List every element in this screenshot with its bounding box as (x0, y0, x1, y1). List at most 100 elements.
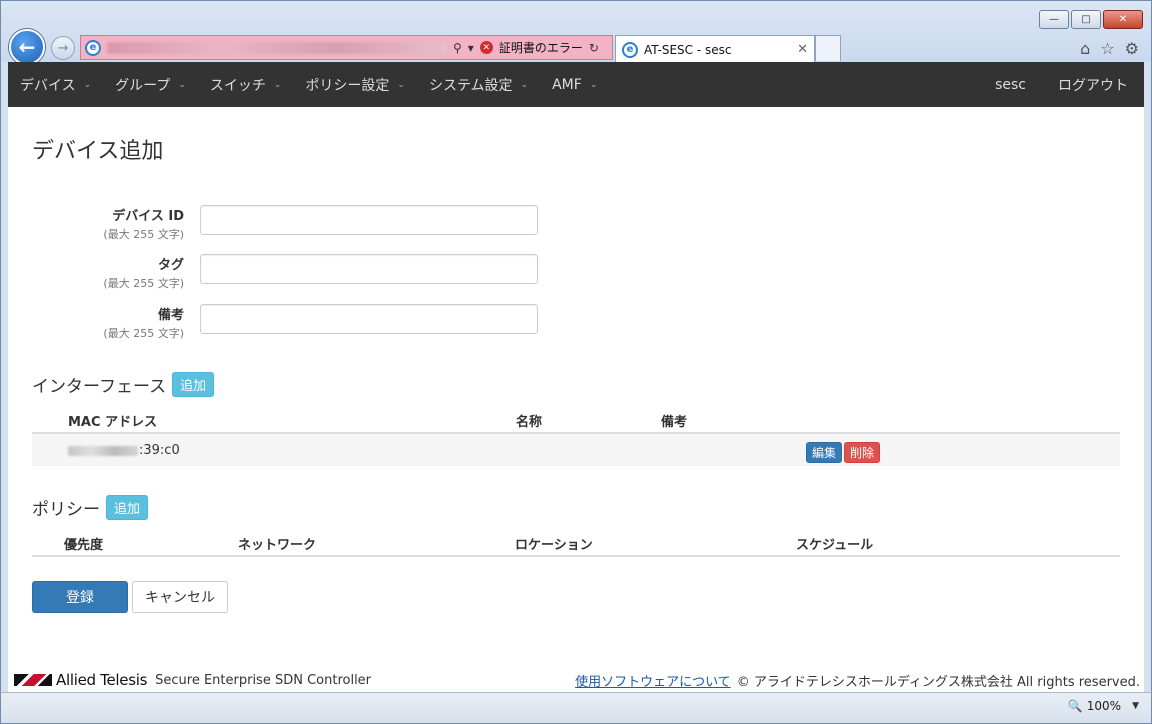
device-id-hint: (最大 255 文字) (103, 228, 184, 241)
chevron-down-icon: ⌄ (589, 79, 598, 90)
col-location: ロケーション (515, 538, 593, 553)
tag-label: タグ (157, 258, 184, 273)
settings-gear-icon[interactable]: ⚙ (1125, 39, 1139, 58)
policies-title: ポリシー (32, 500, 100, 520)
ie-icon: e (85, 39, 101, 56)
minimize-icon[interactable]: — (1039, 10, 1069, 29)
logout-link[interactable]: ログアウト (1042, 62, 1144, 107)
mac-address-cell: :39:c0 (68, 443, 180, 458)
nav-policy-label: ポリシー設定 (305, 77, 390, 94)
chevron-down-icon: ⌄ (178, 79, 186, 90)
mac-suffix: :39:c0 (139, 443, 180, 458)
chevron-down-icon: ⌄ (83, 79, 92, 90)
brand-logo: Allied Telesis (14, 671, 147, 689)
col-priority: 優先度 (64, 538, 104, 553)
chevron-down-icon: ⌄ (520, 79, 529, 90)
nav-right: sesc ログアウト (979, 62, 1144, 107)
note-label: 備考 (157, 308, 184, 323)
mac-blurred (68, 445, 138, 456)
search-icon[interactable]: ⚲ (453, 41, 462, 55)
tab-close-icon[interactable]: ✕ (797, 42, 808, 57)
edit-button[interactable]: 編集 (806, 442, 843, 463)
main-content: デバイス追加 デバイス ID (最大 255 文字) タグ (最大 255 文字… (8, 107, 1144, 692)
zoom-level: 100% (1086, 699, 1121, 713)
zoom-dropdown-icon[interactable]: ▼ (1132, 701, 1139, 711)
window-frame-right (1144, 62, 1152, 692)
interfaces-section-title: インターフェース 追加 (32, 372, 215, 397)
nav-amf-label: AMF (552, 76, 582, 93)
nav-groups[interactable]: グループ ⌄ (103, 62, 198, 107)
browser-tab[interactable]: e AT-SESC - sesc ✕ (615, 35, 815, 63)
submit-button[interactable]: 登録 (32, 581, 128, 613)
window-frame-left (0, 62, 8, 692)
policies-table-header: 優先度 ネットワーク ロケーション スケジュール (32, 529, 1120, 557)
col-network: ネットワーク (238, 538, 317, 553)
software-info-link[interactable]: 使用ソフトウェアについて (575, 671, 731, 690)
nav-system[interactable]: システム設定 ⌄ (417, 62, 540, 107)
note-input[interactable] (200, 304, 538, 334)
app-navbar: デバイス ⌄ グループ ⌄ スイッチ ⌄ ポリシー設定 ⌄ システム設定 ⌄ AMF ⌄ s… (8, 62, 1144, 107)
brand-name: Allied Telesis (56, 671, 148, 689)
interfaces-table-header: MAC アドレス 名称 備考 (32, 406, 1120, 434)
device-id-row: デバイス ID (最大 255 文字) (32, 205, 552, 245)
nav-system-label: システム設定 (428, 77, 513, 94)
device-id-label-group: デバイス ID (最大 255 文字) (103, 205, 184, 242)
tag-input[interactable] (200, 254, 538, 284)
nav-switches-label: スイッチ (209, 77, 266, 94)
device-id-label: デバイス ID (112, 209, 184, 224)
add-interface-button[interactable]: 追加 (172, 372, 215, 397)
delete-button[interactable]: 削除 (844, 442, 881, 463)
cancel-button[interactable]: キャンセル (132, 581, 228, 613)
forward-arrow-icon[interactable]: → (51, 36, 75, 60)
browser-status-bar: 🔍 100% ▼ (0, 692, 1152, 724)
page-footer: Allied Telesis Secure Enterprise SDN Con… (8, 668, 1144, 692)
chevron-down-icon: ⌄ (397, 79, 405, 90)
refresh-icon[interactable]: ↻ (589, 41, 599, 55)
add-policy-button[interactable]: 追加 (106, 495, 149, 520)
nav-devices[interactable]: デバイス ⌄ (8, 62, 103, 107)
tab-ie-icon: e (622, 41, 638, 58)
interfaces-title: インターフェース (32, 377, 167, 397)
note-label-group: 備考 (最大 255 文字) (103, 304, 184, 341)
zoom-icon: 🔍 (1067, 699, 1083, 713)
home-icon[interactable]: ⌂ (1080, 39, 1090, 58)
col-mac: MAC アドレス (68, 415, 158, 430)
cert-error-text[interactable]: 証明書のエラー (499, 39, 583, 56)
address-bar[interactable]: e ⚲ ▾ ✕ 証明書のエラー ↻ (80, 35, 613, 60)
url-blurred (107, 41, 447, 54)
nav-user[interactable]: sesc (979, 62, 1042, 107)
dropdown-icon[interactable]: ▾ (468, 41, 474, 55)
window-controls: — □ ✕ (1039, 10, 1143, 29)
favorites-star-icon[interactable]: ☆ (1100, 39, 1114, 58)
col-note: 備考 (661, 415, 688, 430)
policies-table: 優先度 ネットワーク ロケーション スケジュール (32, 529, 1120, 557)
zoom-control[interactable]: 🔍 100% (1068, 699, 1121, 713)
nav-devices-label: デバイス (20, 77, 76, 94)
tag-label-group: タグ (最大 255 文字) (103, 254, 184, 291)
chevron-down-icon: ⌄ (273, 79, 282, 90)
interfaces-table: MAC アドレス 名称 備考 :39:c0 編集 削除 (32, 406, 1120, 466)
new-tab-button[interactable] (815, 35, 841, 61)
tab-title: AT-SESC - sesc (644, 42, 732, 57)
close-window-icon[interactable]: ✕ (1103, 10, 1143, 29)
copyright: © アライドテレシスホールディングス株式会社 All rights reserv… (736, 674, 1140, 690)
table-row: :39:c0 編集 削除 (32, 434, 1120, 466)
tag-hint: (最大 255 文字) (103, 277, 184, 290)
nav-switches[interactable]: スイッチ ⌄ (198, 62, 294, 107)
page-title: デバイス追加 (32, 139, 164, 164)
tag-row: タグ (最大 255 文字) (32, 254, 552, 294)
policies-section-title: ポリシー 追加 (32, 495, 149, 520)
cert-error-icon: ✕ (479, 41, 493, 54)
device-id-input[interactable] (200, 205, 538, 235)
nav-amf[interactable]: AMF ⌄ (540, 62, 609, 107)
col-name: 名称 (516, 415, 543, 430)
maximize-icon[interactable]: □ (1071, 10, 1101, 29)
note-row: 備考 (最大 255 文字) (32, 304, 552, 344)
browser-chrome: — □ ✕ ← → e ⚲ ▾ ✕ 証明書のエラー ↻ e AT-SESC - … (0, 0, 1152, 65)
col-schedule: スケジュール (796, 538, 874, 553)
nav-groups-label: グループ (115, 77, 171, 94)
nav-policy[interactable]: ポリシー設定 ⌄ (293, 62, 417, 107)
back-arrow-icon[interactable]: ← (9, 29, 45, 65)
footer-right: 使用ソフトウェアについて © アライドテレシスホールディングス株式会社 All … (575, 671, 1140, 690)
browser-toolbar-icons: ⌂ ☆ ⚙ (1080, 39, 1139, 58)
